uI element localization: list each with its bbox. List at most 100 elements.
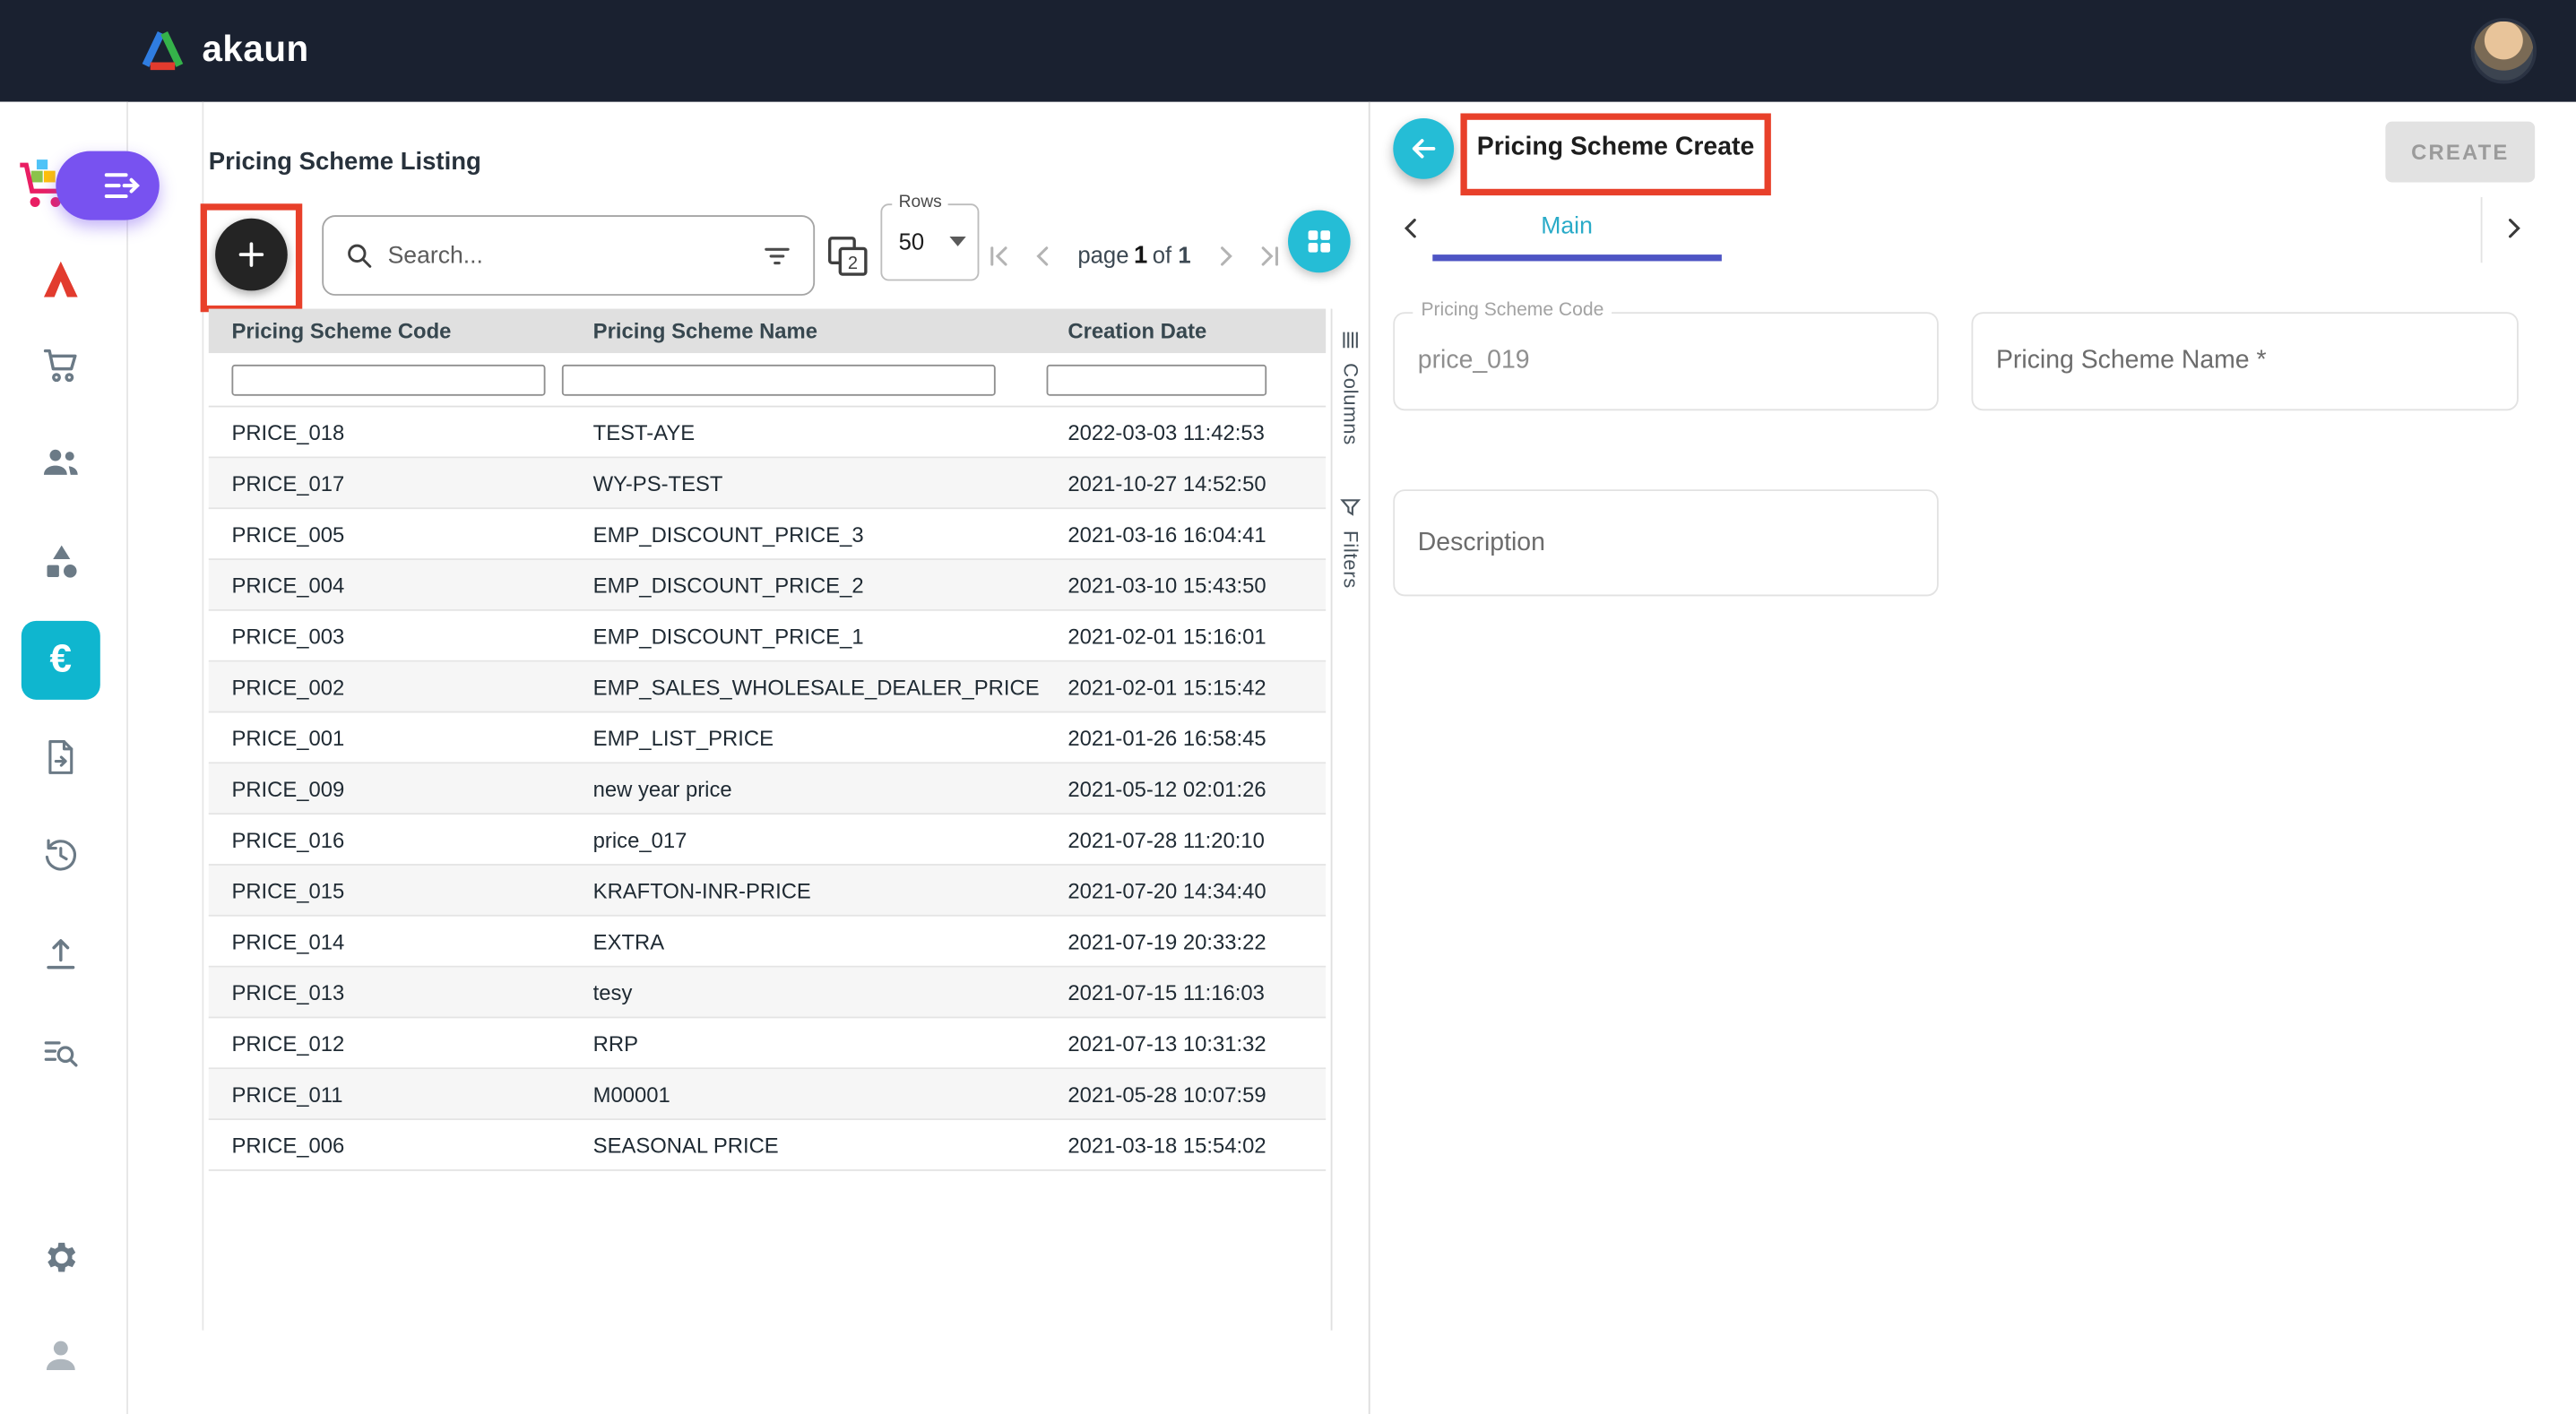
cell-name: TEST-AYE: [583, 419, 1051, 444]
cell-name: EMP_DISCOUNT_PRICE_2: [583, 573, 1051, 597]
cell-date: 2021-07-19 20:33:22: [1051, 929, 1326, 953]
back-button[interactable]: [1393, 118, 1454, 179]
search-input[interactable]: [388, 242, 748, 268]
cell-code: PRICE_011: [209, 1082, 583, 1106]
cell-code: PRICE_003: [209, 624, 583, 648]
document-icon: [41, 737, 81, 777]
cell-date: 2021-02-01 15:16:01: [1051, 624, 1326, 648]
sidebar-item-pricing-active[interactable]: €: [22, 621, 100, 700]
column-filter-code-input[interactable]: [231, 364, 545, 395]
table-row[interactable]: PRICE_003EMP_DISCOUNT_PRICE_12021-02-01 …: [209, 611, 1326, 662]
cell-name: SEASONAL PRICE: [583, 1133, 1051, 1157]
table-filter-row: [209, 353, 1326, 407]
header-name[interactable]: Pricing Scheme Name: [583, 319, 1051, 343]
table-row[interactable]: PRICE_013tesy2021-07-15 11:16:03: [209, 968, 1326, 1019]
pagination: page1of 1: [982, 215, 1286, 296]
columns-side-tab[interactable]: Columns: [1332, 329, 1368, 445]
pages-layers-icon[interactable]: 2: [823, 231, 872, 280]
cell-code: PRICE_004: [209, 573, 583, 597]
sidebar-item-contacts[interactable]: [22, 422, 100, 501]
cell-name: KRAFTON-INR-PRICE: [583, 878, 1051, 902]
brand-name: akaun: [202, 27, 308, 70]
cell-date: 2021-07-15 11:16:03: [1051, 979, 1326, 1004]
back-arrow-icon: [1406, 132, 1440, 166]
table-row[interactable]: PRICE_004EMP_DISCOUNT_PRICE_22021-03-10 …: [209, 560, 1326, 611]
cell-name: new year price: [583, 776, 1051, 800]
column-filter-name-input[interactable]: [562, 364, 996, 395]
table-right-divider: [1331, 309, 1333, 1331]
sidebar-item-sales[interactable]: [22, 325, 100, 404]
filters-tab-label: Filters: [1339, 530, 1362, 589]
cell-date: 2022-03-03 11:42:53: [1051, 419, 1326, 444]
filter-list-icon[interactable]: [761, 239, 794, 272]
pricing-scheme-name-input[interactable]: [1996, 314, 2501, 409]
header-date[interactable]: Creation Date: [1051, 319, 1326, 343]
table-row[interactable]: PRICE_015KRAFTON-INR-PRICE2021-07-20 14:…: [209, 866, 1326, 917]
description-input[interactable]: [1418, 491, 1921, 594]
first-page-button[interactable]: [982, 239, 1016, 272]
table-row[interactable]: PRICE_002EMP_SALES_WHOLESALE_DEALER_PRIC…: [209, 662, 1326, 713]
tabs-scroll-right-button[interactable]: [2497, 211, 2530, 245]
rows-value: 50: [899, 228, 925, 254]
next-page-button[interactable]: [1209, 239, 1242, 272]
sidebar-item-search-list[interactable]: [22, 1013, 100, 1092]
table-row[interactable]: PRICE_005EMP_DISCOUNT_PRICE_32021-03-16 …: [209, 509, 1326, 560]
euro-icon: €: [50, 637, 72, 683]
annotation-box-title: [1460, 113, 1770, 195]
listing-title: Pricing Scheme Listing: [209, 148, 481, 176]
table-row[interactable]: PRICE_011M000012021-05-28 10:07:59: [209, 1069, 1326, 1120]
sidebar-item-red-app[interactable]: [22, 240, 100, 319]
table-row[interactable]: PRICE_014EXTRA2021-07-19 20:33:22: [209, 917, 1326, 968]
table-row[interactable]: PRICE_006SEASONAL PRICE2021-03-18 15:54:…: [209, 1120, 1326, 1171]
category-icon: [40, 541, 82, 582]
search-icon: [343, 240, 375, 272]
cell-name: WY-PS-TEST: [583, 470, 1051, 495]
chevron-down-icon: [949, 237, 965, 246]
people-icon: [39, 440, 82, 483]
rows-per-page-select[interactable]: Rows 50: [880, 203, 979, 280]
cell-date: 2021-03-16 16:04:41: [1051, 522, 1326, 546]
current-page: 1: [1128, 241, 1152, 269]
pricing-scheme-code-field: Pricing Scheme Code: [1393, 312, 1939, 410]
user-avatar[interactable]: [2471, 18, 2537, 83]
tab-active-indicator: [1432, 254, 1722, 261]
table-row[interactable]: PRICE_012RRP2021-07-13 10:31:32: [209, 1018, 1326, 1069]
grid-view-button[interactable]: [1288, 211, 1351, 273]
prev-page-button[interactable]: [1027, 239, 1060, 272]
cell-name: EMP_LIST_PRICE: [583, 725, 1051, 749]
table-row[interactable]: PRICE_017WY-PS-TEST2021-10-27 14:52:50: [209, 458, 1326, 509]
pricing-scheme-code-input[interactable]: [1418, 314, 1921, 409]
sidebar-item-account[interactable]: [22, 1315, 100, 1394]
table-row[interactable]: PRICE_009new year price2021-05-12 02:01:…: [209, 763, 1326, 815]
gear-icon: [40, 1236, 82, 1277]
table-row[interactable]: PRICE_016price_0172021-07-28 11:20:10: [209, 815, 1326, 866]
cell-date: 2021-07-28 11:20:10: [1051, 827, 1326, 851]
cell-code: PRICE_001: [209, 725, 583, 749]
sidebar-item-category[interactable]: [22, 522, 100, 601]
filters-side-tab[interactable]: Filters: [1332, 496, 1368, 590]
sidebar-item-history[interactable]: [22, 816, 100, 895]
table-body: PRICE_018TEST-AYE2022-03-03 11:42:53PRIC…: [209, 408, 1326, 1171]
red-app-icon: [39, 258, 82, 301]
last-page-button[interactable]: [1253, 239, 1286, 272]
description-field: [1393, 489, 1939, 596]
cell-code: PRICE_015: [209, 878, 583, 902]
cell-name: EXTRA: [583, 929, 1051, 953]
cell-code: PRICE_014: [209, 929, 583, 953]
sidebar-item-documents[interactable]: [22, 718, 100, 797]
table-row[interactable]: PRICE_001EMP_LIST_PRICE2021-01-26 16:58:…: [209, 712, 1326, 763]
cell-name: RRP: [583, 1030, 1051, 1055]
brand-logo[interactable]: akaun: [138, 26, 309, 70]
table-row[interactable]: PRICE_018TEST-AYE2022-03-03 11:42:53: [209, 408, 1326, 459]
tabs-scroll-left-button[interactable]: [1395, 211, 1428, 245]
sidebar-expand-button[interactable]: [56, 151, 159, 220]
sidebar-item-upload[interactable]: [22, 915, 100, 994]
cell-code: PRICE_009: [209, 776, 583, 800]
header-code[interactable]: Pricing Scheme Code: [209, 319, 583, 343]
cell-date: 2021-03-10 15:43:50: [1051, 573, 1326, 597]
create-button[interactable]: CREATE: [2385, 122, 2535, 183]
tab-main[interactable]: Main: [1541, 213, 1593, 239]
sidebar-item-settings[interactable]: [22, 1217, 100, 1296]
akaun-triangle-icon: [138, 26, 187, 70]
column-filter-date-input[interactable]: [1047, 364, 1267, 395]
